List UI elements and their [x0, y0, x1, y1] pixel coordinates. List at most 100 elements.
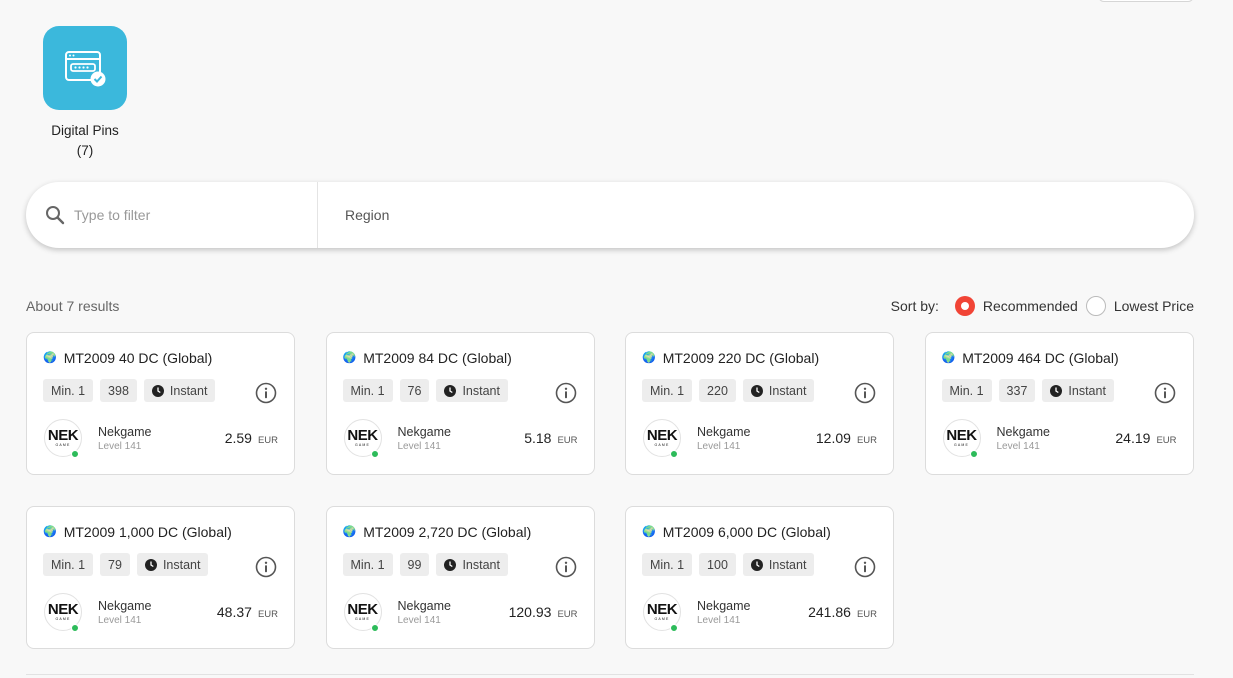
- product-title-text: MT2009 40 DC (Global): [63, 350, 213, 366]
- clock-icon: [144, 558, 157, 571]
- category-tile[interactable]: [43, 26, 127, 110]
- product-title: 🌍 MT2009 2,720 DC (Global): [343, 523, 578, 541]
- product-title: 🌍 MT2009 40 DC (Global): [43, 349, 278, 367]
- info-icon[interactable]: [854, 556, 876, 578]
- globe-icon: 🌍: [941, 351, 956, 364]
- seller-info: Nekgame Level 141: [398, 425, 452, 452]
- seller-avatar[interactable]: NEK GAME: [44, 419, 82, 458]
- product-price: 12.09 EUR: [816, 430, 877, 446]
- seller-row: NEK GAME Nekgame Level 141 48.37 EUR: [43, 593, 278, 632]
- nekgame-logo-sub: GAME: [654, 442, 670, 447]
- online-status-dot: [370, 624, 379, 632]
- bottom-divider: [26, 674, 1194, 675]
- product-price: 2.59 EUR: [225, 430, 278, 446]
- min-quantity-tag: Min. 1: [642, 379, 693, 402]
- clock-icon: [444, 384, 457, 397]
- product-card[interactable]: 🌍 MT2009 220 DC (Global) Min. 1 220 Insta…: [625, 332, 894, 475]
- info-icon[interactable]: [255, 556, 277, 578]
- seller-name[interactable]: Nekgame: [98, 599, 152, 613]
- stock-tag: 99: [399, 553, 430, 576]
- product-tags: Min. 1 398 Instant: [43, 379, 278, 402]
- delivery-tag: Instant: [742, 379, 815, 402]
- seller-avatar[interactable]: NEK GAME: [643, 593, 681, 632]
- product-title: 🌍 MT2009 84 DC (Global): [343, 349, 578, 367]
- min-quantity-tag: Min. 1: [43, 553, 94, 576]
- product-card[interactable]: 🌍 MT2009 1,000 DC (Global) Min. 1 79 Inst…: [26, 506, 295, 649]
- product-card[interactable]: 🌍 MT2009 84 DC (Global) Min. 1 76 Instant…: [325, 332, 595, 475]
- price-value: 12.09: [815, 430, 851, 446]
- price-currency: EUR: [257, 435, 278, 446]
- seller-name[interactable]: Nekgame: [997, 425, 1051, 439]
- sort-controls: Sort by: Recommended Lowest Price: [891, 296, 1194, 316]
- delivery-label: Instant: [462, 557, 500, 572]
- stock-tag: 79: [100, 553, 130, 576]
- clock-icon: [151, 384, 164, 397]
- delivery-tag: Instant: [1042, 379, 1114, 402]
- product-card[interactable]: 🌍 MT2009 2,720 DC (Global) Min. 1 99 Inst…: [325, 506, 595, 649]
- nekgame-logo: NEK: [646, 600, 678, 618]
- seller-name[interactable]: Nekgame: [398, 599, 452, 613]
- seller-avatar[interactable]: NEK GAME: [343, 419, 382, 458]
- seller-avatar[interactable]: NEK GAME: [643, 419, 681, 458]
- price-currency: EUR: [557, 435, 578, 446]
- delivery-tag: Instant: [436, 553, 508, 576]
- product-price: 241.86 EUR: [808, 604, 877, 620]
- seller-avatar[interactable]: NEK GAME: [44, 593, 82, 632]
- globe-icon: 🌍: [642, 525, 656, 538]
- nekgame-logo-sub: GAME: [354, 442, 371, 447]
- product-title: 🌍 MT2009 220 DC (Global): [642, 349, 877, 367]
- product-tags: Min. 1 99 Instant: [342, 553, 578, 576]
- seller-row: NEK GAME Nekgame Level 141 5.18 EUR: [343, 419, 578, 458]
- product-card[interactable]: 🌍 MT2009 6,000 DC (Global) Min. 1 100 Ins…: [625, 506, 894, 649]
- seller-name[interactable]: Nekgame: [697, 599, 751, 613]
- price-value: 48.37: [216, 604, 252, 620]
- info-icon[interactable]: [555, 556, 577, 578]
- sort-recommended-radio[interactable]: Recommended: [954, 296, 1078, 316]
- online-status-dot: [670, 450, 678, 458]
- nekgame-logo: NEK: [347, 426, 378, 444]
- category-digital-pins[interactable]: Digital Pins (7): [34, 26, 136, 161]
- seller-info: Nekgame Level 141: [98, 425, 152, 452]
- seller-name[interactable]: Nekgame: [398, 425, 452, 439]
- nekgame-logo: NEK: [646, 426, 678, 444]
- delivery-tag: Instant: [742, 553, 815, 576]
- delivery-tag: Instant: [436, 379, 508, 402]
- info-icon[interactable]: [854, 382, 876, 404]
- top-corner-button[interactable]: [1098, 0, 1194, 2]
- seller-level: Level 141: [98, 614, 142, 626]
- seller-avatar[interactable]: NEK GAME: [343, 593, 382, 632]
- product-grid: 🌍 MT2009 40 DC (Global) Min. 1 398 Instan…: [26, 332, 1194, 649]
- globe-icon: 🌍: [342, 351, 357, 364]
- nekgame-logo-sub: GAME: [55, 616, 71, 621]
- delivery-label: Instant: [169, 383, 208, 398]
- seller-info: Nekgame Level 141: [398, 599, 452, 626]
- category-label: Digital Pins (7): [51, 121, 119, 161]
- search-icon: [46, 206, 65, 225]
- product-title-text: MT2009 1,000 DC (Global): [63, 524, 232, 540]
- product-card[interactable]: 🌍 MT2009 40 DC (Global) Min. 1 398 Instan…: [26, 332, 295, 475]
- stock-tag: 337: [998, 379, 1036, 402]
- product-title: 🌍 MT2009 6,000 DC (Global): [642, 523, 877, 541]
- info-icon[interactable]: [255, 382, 277, 404]
- seller-row: NEK GAME Nekgame Level 141 12.09 EUR: [642, 419, 877, 458]
- stock-tag: 100: [699, 553, 736, 576]
- online-status-dot: [71, 624, 79, 632]
- product-card[interactable]: 🌍 MT2009 464 DC (Global) Min. 1 337 Insta…: [924, 332, 1194, 475]
- radio-checked-icon: [954, 296, 975, 316]
- region-select[interactable]: Region: [318, 182, 1194, 248]
- seller-name[interactable]: Nekgame: [98, 425, 152, 439]
- radio-unchecked-icon: [1085, 296, 1106, 316]
- seller-level: Level 141: [996, 440, 1040, 452]
- info-icon[interactable]: [555, 382, 577, 404]
- globe-icon: 🌍: [642, 351, 656, 364]
- info-icon[interactable]: [1154, 382, 1176, 404]
- filter-input[interactable]: [74, 207, 294, 223]
- seller-name[interactable]: Nekgame: [697, 425, 751, 439]
- sort-lowest-price-radio[interactable]: Lowest Price: [1085, 296, 1194, 316]
- sort-label: Sort by:: [890, 298, 939, 314]
- product-title-text: MT2009 464 DC (Global): [962, 350, 1119, 366]
- seller-level: Level 141: [697, 440, 741, 452]
- seller-info: Nekgame Level 141: [98, 599, 152, 626]
- delivery-label: Instant: [768, 383, 807, 398]
- seller-avatar[interactable]: NEK GAME: [942, 419, 981, 458]
